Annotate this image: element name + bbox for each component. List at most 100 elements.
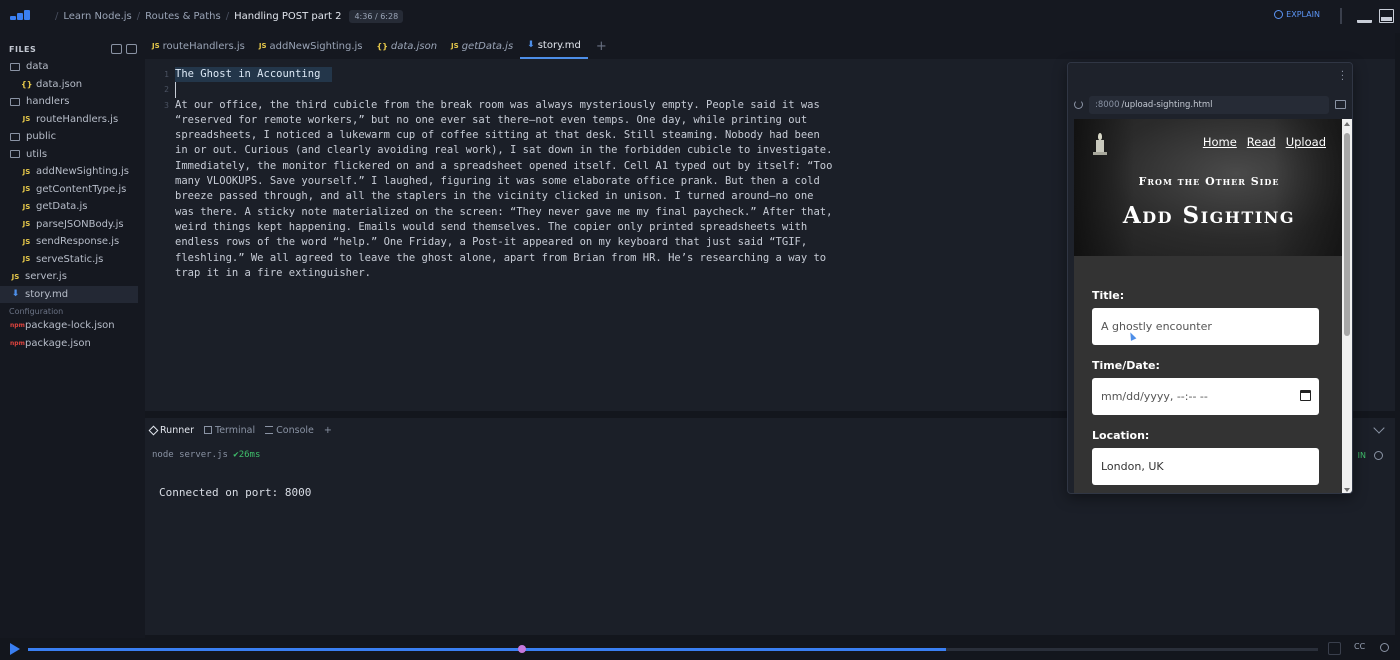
story-paragraph[interactable]: At our office, the third cubicle from th… bbox=[175, 98, 835, 282]
file-item[interactable]: JS sendResponse.js bbox=[0, 233, 145, 251]
tab-console-label: Console bbox=[276, 424, 314, 436]
run-duration: 26ms bbox=[238, 450, 261, 460]
explain-icon bbox=[1274, 10, 1284, 19]
folder-item[interactable]: utils bbox=[0, 146, 145, 164]
explain-button[interactable]: EXPLAIN bbox=[1274, 10, 1320, 19]
file-item-label: getContentType.js bbox=[36, 183, 127, 195]
file-item-label: package-lock.json bbox=[25, 320, 115, 332]
editor-tab[interactable]: ⬇ story.md bbox=[520, 33, 588, 59]
preview-titlebar[interactable]: · · · bbox=[1068, 63, 1352, 91]
progress-fill bbox=[28, 648, 947, 651]
file-item[interactable]: ⬇ story.md bbox=[0, 285, 138, 303]
file-item-label: server.js bbox=[25, 271, 67, 283]
play-icon[interactable] bbox=[10, 643, 20, 655]
file-item[interactable]: JS serveStatic.js bbox=[0, 251, 145, 269]
text-cursor bbox=[175, 82, 835, 98]
file-item[interactable]: JS server.js bbox=[0, 268, 145, 286]
new-tab-button[interactable]: + bbox=[588, 33, 615, 59]
calendar-icon[interactable] bbox=[1300, 390, 1311, 401]
progress-knob[interactable] bbox=[518, 645, 527, 653]
settings-gear-icon[interactable] bbox=[1380, 643, 1389, 652]
tab-console[interactable]: Console bbox=[260, 425, 319, 436]
run-status: ✔26ms bbox=[233, 450, 261, 460]
files-header: FILES bbox=[0, 33, 145, 57]
datetime-label: Time/Date: bbox=[1092, 359, 1160, 372]
new-file-icon[interactable] bbox=[111, 44, 122, 54]
folder-icon bbox=[10, 62, 20, 71]
layout-toggle-icon[interactable] bbox=[1357, 9, 1372, 23]
preview-scrollbar[interactable] bbox=[1342, 119, 1352, 493]
editor-tab[interactable]: JS addNewSighting.js bbox=[252, 33, 370, 59]
file-item-label: addNewSighting.js bbox=[36, 166, 129, 178]
title-input[interactable]: A ghostly encounter bbox=[1092, 308, 1319, 345]
file-item-label: serveStatic.js bbox=[36, 253, 104, 265]
tab-terminal[interactable]: Terminal bbox=[199, 425, 260, 436]
open-in-new-window-icon[interactable] bbox=[1335, 100, 1346, 109]
scroll-thumb[interactable] bbox=[1344, 133, 1350, 336]
file-item[interactable]: JS routeHandlers.js bbox=[0, 111, 145, 129]
file-item-label: sendResponse.js bbox=[36, 236, 120, 248]
file-item[interactable]: JS addNewSighting.js bbox=[0, 163, 145, 181]
explain-label: EXPLAIN bbox=[1286, 10, 1320, 19]
editor-tab[interactable]: {} data.json bbox=[370, 33, 445, 59]
more-options-icon[interactable]: · · · bbox=[1341, 68, 1344, 86]
scroll-up-icon[interactable] bbox=[1344, 122, 1350, 126]
line-number: 3 bbox=[164, 100, 169, 110]
file-item[interactable]: npm package-lock.json bbox=[0, 317, 145, 335]
file-item[interactable]: npm package.json bbox=[0, 335, 145, 353]
file-explorer: FILES data {} data.json handlers JS routeHand… bbox=[0, 33, 145, 638]
runner-output: Connected on port: 8000 bbox=[159, 486, 312, 499]
captions-button[interactable]: CC bbox=[1354, 642, 1365, 651]
gear-icon[interactable] bbox=[1374, 451, 1383, 460]
add-panel-tab-button[interactable]: + bbox=[319, 425, 337, 436]
run-command-text: node server.js bbox=[152, 450, 228, 460]
editor-tab[interactable]: JS routeHandlers.js bbox=[145, 33, 252, 59]
new-folder-icon[interactable] bbox=[126, 44, 137, 54]
console-icon bbox=[265, 426, 274, 434]
url-input[interactable]: :8000 /upload-sighting.html bbox=[1089, 95, 1329, 114]
terminal-icon bbox=[204, 426, 212, 434]
location-value: London, UK bbox=[1101, 460, 1164, 473]
folder-icon bbox=[10, 97, 20, 106]
tab-runner[interactable]: Runner bbox=[145, 425, 199, 436]
file-item[interactable]: JS getData.js bbox=[0, 198, 145, 216]
nav-read-link[interactable]: Read bbox=[1247, 135, 1276, 149]
file-item[interactable]: {} data.json bbox=[0, 76, 145, 94]
file-item-label: parseJSONBody.js bbox=[36, 218, 124, 230]
npm-file-icon: npm bbox=[10, 322, 25, 330]
breadcrumb-course[interactable]: Learn Node.js bbox=[63, 11, 131, 22]
url-port: :8000 bbox=[1095, 99, 1120, 110]
line-number: 1 bbox=[164, 70, 169, 79]
app-logo[interactable] bbox=[10, 9, 32, 24]
folder-item[interactable]: public bbox=[0, 128, 145, 146]
editor-tab-label: routeHandlers.js bbox=[162, 40, 245, 52]
datetime-input[interactable]: mm/dd/yyyy, --:-- -- bbox=[1092, 378, 1319, 415]
reload-icon[interactable] bbox=[1074, 100, 1083, 109]
candle-logo-icon[interactable] bbox=[1093, 133, 1107, 155]
editor-tab[interactable]: JS getData.js bbox=[444, 33, 520, 59]
location-input[interactable]: London, UK bbox=[1092, 448, 1319, 485]
scroll-down-icon[interactable] bbox=[1344, 488, 1350, 492]
folder-item[interactable]: handlers bbox=[0, 93, 145, 111]
editor-tab-label: data.json bbox=[390, 40, 438, 52]
markdown-file-icon: ⬇ bbox=[527, 40, 535, 50]
file-item-label: getData.js bbox=[36, 201, 88, 213]
layout-split-icon[interactable] bbox=[1379, 9, 1394, 23]
line-numbers: 1 2 3 bbox=[155, 67, 169, 113]
file-item-label: utils bbox=[26, 148, 48, 160]
npm-file-icon: npm bbox=[10, 339, 25, 347]
nav-upload-link[interactable]: Upload bbox=[1286, 135, 1326, 149]
video-player-bar: CC bbox=[0, 638, 1400, 660]
js-file-icon: JS bbox=[451, 42, 459, 50]
story-title-line[interactable]: The Ghost in Accounting bbox=[175, 67, 333, 83]
file-item[interactable]: JS getContentType.js bbox=[0, 181, 145, 199]
breadcrumb-section[interactable]: Routes & Paths bbox=[145, 11, 221, 22]
folder-item[interactable]: data bbox=[0, 58, 145, 76]
js-file-icon: JS bbox=[152, 42, 160, 50]
file-item[interactable]: JS parseJSONBody.js bbox=[0, 216, 145, 234]
editor-tab-label: getData.js bbox=[461, 40, 514, 52]
config-section-label: Configuration bbox=[9, 307, 64, 316]
volume-icon[interactable] bbox=[1328, 642, 1341, 655]
progress-track[interactable] bbox=[28, 645, 1318, 653]
nav-home-link[interactable]: Home bbox=[1203, 135, 1237, 149]
